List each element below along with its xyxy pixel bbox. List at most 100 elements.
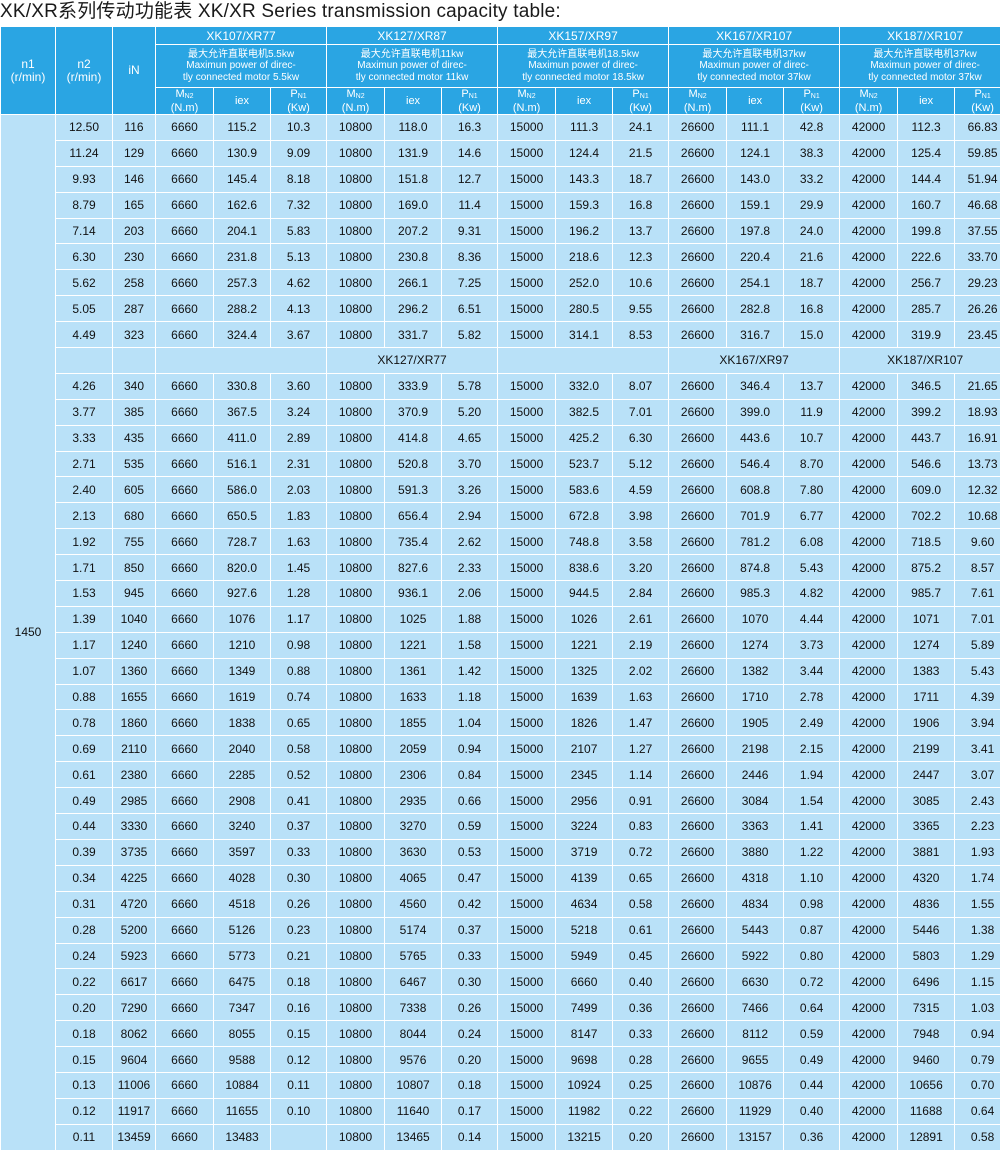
table-cell: 9604 bbox=[112, 1046, 156, 1073]
table-cell: 42000 bbox=[839, 580, 899, 607]
table-cell: 0.28 bbox=[55, 916, 113, 944]
table-cell: 26600 bbox=[668, 528, 728, 556]
table-cell: 37.55 bbox=[954, 217, 1000, 245]
model-group-header: XK127/XR87 bbox=[326, 26, 499, 45]
table-cell: 316.7 bbox=[726, 321, 785, 349]
table-cell: 11655 bbox=[213, 1097, 271, 1125]
power-header: PN1 (Kw) bbox=[612, 87, 670, 115]
table-cell: 26600 bbox=[668, 398, 728, 426]
table-cell: 10800 bbox=[326, 631, 386, 659]
table-cell: 546.4 bbox=[726, 450, 785, 478]
table-cell: 1.47 bbox=[612, 709, 670, 737]
table-cell: 13.7 bbox=[783, 372, 841, 400]
table-cell: 15000 bbox=[497, 968, 557, 996]
table-row: 1.71 850 6660 820.0 1.45 10800 827.6 2.33 15000 8… bbox=[1, 554, 1000, 582]
table-cell: 2908 bbox=[213, 787, 271, 815]
table-cell: 591.3 bbox=[384, 476, 443, 504]
table-cell: 10800 bbox=[326, 1123, 386, 1151]
table-cell: 118.0 bbox=[384, 114, 443, 141]
table-row: 0.15 9604 6660 9588 0.12 10800 9576 0.20 15000 96… bbox=[1, 1046, 1000, 1073]
table-cell: 42000 bbox=[839, 683, 899, 711]
table-row: 2.71 535 6660 516.1 2.31 10800 520.8 3.70 15000 5… bbox=[1, 450, 1000, 478]
table-cell: 443.6 bbox=[726, 424, 785, 452]
table-cell: 2.49 bbox=[783, 709, 841, 737]
table-cell: 116 bbox=[112, 114, 156, 141]
table-cell: 8062 bbox=[112, 1020, 156, 1048]
power-unit: (Kw) bbox=[971, 102, 994, 114]
table-cell: 1210 bbox=[213, 631, 271, 659]
table-cell: 12.7 bbox=[441, 165, 499, 193]
table-cell: 1633 bbox=[384, 683, 443, 711]
table-cell: 435 bbox=[112, 424, 156, 452]
table-cell: 143.0 bbox=[726, 165, 785, 193]
table-cell: 0.28 bbox=[612, 1046, 670, 1073]
table-cell: 0.69 bbox=[55, 735, 113, 763]
table-cell: 7290 bbox=[112, 994, 156, 1022]
table-cell: 7466 bbox=[726, 994, 785, 1022]
table-cell: 42000 bbox=[839, 191, 899, 219]
table-cell: 10800 bbox=[326, 243, 386, 271]
table-cell: 0.88 bbox=[55, 683, 113, 711]
table-cell: 5949 bbox=[555, 942, 614, 970]
table-cell: 26600 bbox=[668, 580, 728, 607]
table-cell: 6.30 bbox=[612, 424, 670, 452]
table-cell: 10800 bbox=[326, 813, 386, 840]
table-cell: 10800 bbox=[326, 968, 386, 996]
table-cell: 0.14 bbox=[441, 1123, 499, 1151]
table-cell: 0.10 bbox=[269, 1097, 328, 1125]
table-cell: 203 bbox=[112, 217, 156, 245]
table-cell: 42.8 bbox=[783, 114, 841, 141]
table-cell: 2040 bbox=[213, 735, 271, 763]
table-cell: 21.5 bbox=[612, 139, 670, 167]
table-cell: 26600 bbox=[668, 1020, 728, 1048]
table-cell: 0.33 bbox=[269, 838, 328, 866]
table-cell: 1349 bbox=[213, 657, 271, 685]
table-cell: 2.03 bbox=[269, 476, 328, 504]
table-cell: 26600 bbox=[668, 864, 728, 892]
table-cell: 1360 bbox=[112, 657, 156, 685]
table-cell: 10656 bbox=[897, 1071, 956, 1099]
table-cell: 0.13 bbox=[55, 1071, 113, 1099]
table-cell: 15000 bbox=[497, 528, 557, 556]
power-header: PN1 (Kw) bbox=[954, 87, 1000, 115]
table-cell: 42000 bbox=[839, 243, 899, 271]
table-cell: 15000 bbox=[497, 191, 557, 219]
table-cell: 1855 bbox=[384, 709, 443, 737]
table-cell: 0.88 bbox=[269, 657, 328, 685]
table-cell: 10800 bbox=[326, 424, 386, 452]
table-cell: 1.22 bbox=[783, 838, 841, 866]
table-cell: 6660 bbox=[155, 942, 214, 970]
table-cell: 252.0 bbox=[555, 269, 614, 297]
table-cell: 15000 bbox=[497, 269, 557, 297]
table-cell: 3.70 bbox=[441, 450, 499, 478]
table-cell: 1.07 bbox=[55, 657, 113, 685]
table-cell: 42000 bbox=[839, 709, 899, 737]
description-line: tly connected motor 5.5kw bbox=[182, 71, 300, 83]
table-cell: 10884 bbox=[213, 1071, 271, 1099]
table-cell: 6475 bbox=[213, 968, 271, 996]
table-cell: 143.3 bbox=[555, 165, 614, 193]
table-cell: 728.7 bbox=[213, 528, 271, 556]
table-cell: 10800 bbox=[326, 372, 386, 400]
table-cell: 1838 bbox=[213, 709, 271, 737]
table-cell: 11688 bbox=[897, 1097, 956, 1125]
table-cell: 10.6 bbox=[612, 269, 670, 297]
table-cell: 15000 bbox=[497, 217, 557, 245]
table-cell: 10800 bbox=[326, 657, 386, 685]
table-cell: 535 bbox=[112, 450, 156, 478]
table-cell: 26600 bbox=[668, 1046, 728, 1073]
table-cell: 6660 bbox=[155, 450, 214, 478]
table-cell: 425.2 bbox=[555, 424, 614, 452]
table-row: 0.61 2380 6660 2285 0.52 10800 2306 0.84 15000 23… bbox=[1, 761, 1000, 789]
iex-header: iex bbox=[897, 87, 956, 115]
table-cell: 6660 bbox=[155, 424, 214, 452]
table-row: 0.31 4720 6660 4518 0.26 10800 4560 0.42 15000 46… bbox=[1, 890, 1000, 918]
table-cell: 197.8 bbox=[726, 217, 785, 245]
table-cell: 16.8 bbox=[783, 295, 841, 323]
table-cell: 59.85 bbox=[954, 139, 1000, 167]
table-cell: 26600 bbox=[668, 424, 728, 452]
torque-symbol: M bbox=[175, 88, 185, 101]
table-cell: 781.2 bbox=[726, 528, 785, 556]
description-line: Maximun power of direc- bbox=[186, 60, 296, 72]
table-cell: 1274 bbox=[897, 631, 956, 659]
